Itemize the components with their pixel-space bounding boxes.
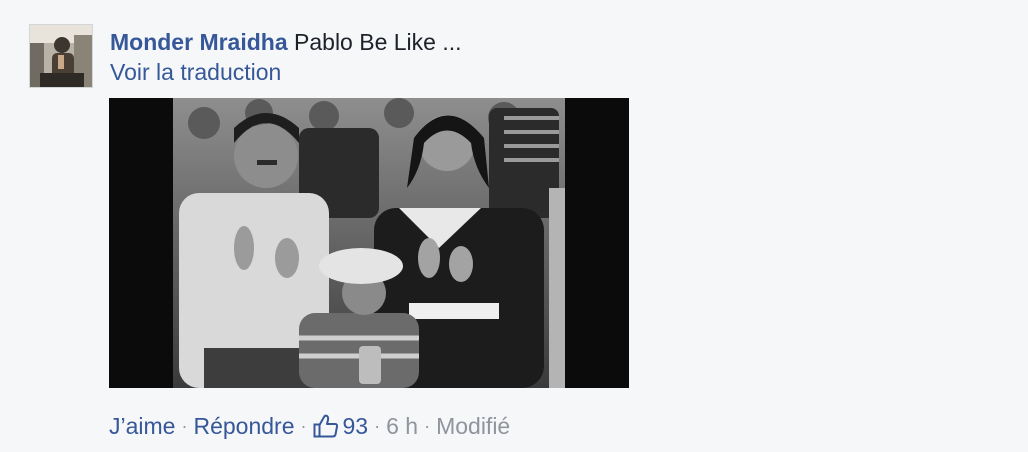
like-count[interactable]: 93 xyxy=(313,410,369,442)
photo-image xyxy=(109,98,629,388)
separator: · xyxy=(300,416,307,436)
comment-header: Monder Mraidha Pablo Be Like ... xyxy=(110,28,462,56)
avatar[interactable] xyxy=(29,24,93,88)
separator: · xyxy=(374,416,381,436)
translate-link[interactable]: Voir la traduction xyxy=(110,58,462,86)
reply-button[interactable]: Répondre xyxy=(193,410,294,442)
timestamp[interactable]: 6 h xyxy=(386,410,418,442)
comment: Monder Mraidha Pablo Be Like ... Voir la… xyxy=(0,0,1028,452)
comment-text: Pablo Be Like ... xyxy=(294,29,462,55)
avatar-image xyxy=(30,25,92,87)
comment-photo[interactable] xyxy=(109,98,629,388)
comment-body: Monder Mraidha Pablo Be Like ... Voir la… xyxy=(110,28,462,86)
edited-label[interactable]: Modifié xyxy=(436,410,510,442)
separator: · xyxy=(181,416,188,436)
like-button[interactable]: J’aime xyxy=(109,410,175,442)
thumbs-up-icon xyxy=(313,414,338,438)
like-count-value: 93 xyxy=(342,413,369,439)
separator: · xyxy=(424,416,431,436)
comment-actions: J’aime · Répondre · 93 · 6 h · Modifié xyxy=(109,410,510,442)
author-name[interactable]: Monder Mraidha xyxy=(110,29,288,55)
